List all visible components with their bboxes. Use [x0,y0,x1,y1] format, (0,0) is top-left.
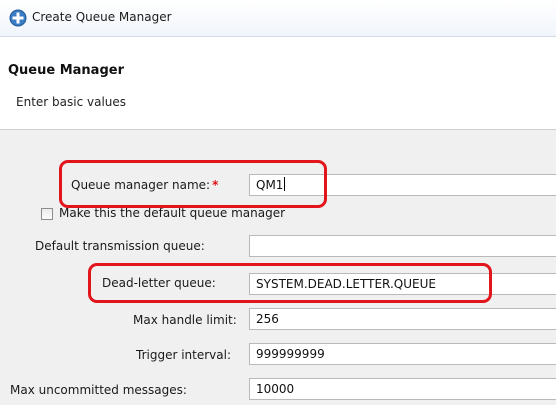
max-handle-limit-input[interactable]: 256 [249,308,556,330]
page-subtitle: Enter basic values [16,95,127,109]
page-title: Queue Manager [8,63,124,78]
trigger-interval-label: Trigger interval: [136,348,231,362]
default-transmission-queue-label: Default transmission queue: [35,239,205,253]
window-title: Create Queue Manager [32,10,172,24]
title-bar: Create Queue Manager [0,0,556,37]
default-queue-manager-label: Make this the default queue manager [59,206,286,220]
page-header: Queue Manager Enter basic values [0,37,556,130]
max-uncommitted-messages-label: Max uncommitted messages: [10,383,187,397]
default-transmission-queue-input[interactable] [249,235,556,257]
default-queue-manager-checkbox[interactable] [41,208,53,220]
highlight-dead-letter-queue [88,263,492,303]
highlight-queue-manager-name [59,160,327,208]
trigger-interval-input[interactable]: 999999999 [249,343,556,365]
max-handle-limit-label: Max handle limit: [133,313,237,327]
max-uncommitted-messages-input[interactable]: 10000 [249,378,556,400]
queue-manager-create-icon [9,9,27,27]
